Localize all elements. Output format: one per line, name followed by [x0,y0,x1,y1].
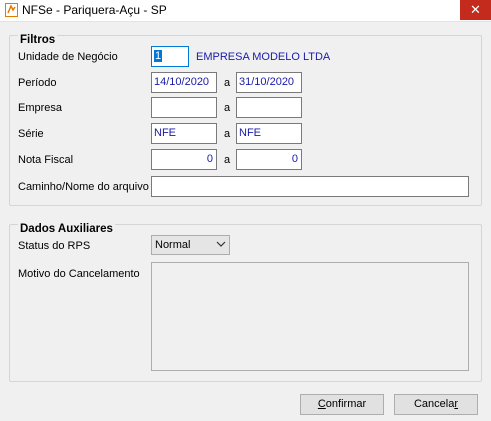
cancel-button[interactable]: Cancelar [394,394,478,415]
confirm-label: onfirmar [325,398,367,410]
periodo-separator: a [224,77,231,89]
unidade-code-input[interactable]: 1 [151,46,189,67]
periodo-label: Período [18,77,57,89]
unidade-code-value: 1 [154,50,163,62]
auxiliares-title: Dados Auxiliares [18,223,115,235]
periodo-from-input[interactable]: 14/10/2020 [151,72,217,93]
cancel-label: Cancela [413,398,455,410]
empresa-from-input[interactable] [151,97,217,118]
caminho-input[interactable] [151,176,469,197]
nota-fiscal-from-input[interactable]: 0 [151,149,217,170]
app-icon [5,3,18,17]
status-rps-value: Normal [155,239,191,251]
serie-to-input[interactable]: NFE [236,123,302,144]
filtros-title: Filtros [18,34,58,46]
serie-label: Série [18,128,44,140]
empresa-label: Empresa [18,102,63,114]
empresa-to-input[interactable] [236,97,302,118]
dialog-window: NFSe - Pariquera-Açu - SP ✕ Filtros Unid… [0,0,491,421]
empresa-separator: a [224,102,231,114]
nota-fiscal-separator: a [224,154,231,166]
status-rps-label: Status do RPS [18,240,91,252]
caminho-label: Caminho/Nome do arquivo [18,181,149,193]
close-icon: ✕ [470,2,481,17]
cancel-accel: r [454,398,459,410]
motivo-label: Motivo do Cancelamento [18,268,140,280]
status-rps-select[interactable]: Normal [151,235,230,255]
title-bar: NFSe - Pariquera-Açu - SP ✕ [0,0,491,22]
nota-fiscal-label: Nota Fiscal [18,154,74,166]
unidade-name: EMPRESA MODELO LTDA [196,51,331,63]
serie-separator: a [224,128,231,140]
nota-fiscal-to-input[interactable]: 0 [236,149,302,170]
chevron-down-icon [216,239,226,249]
window-title: NFSe - Pariquera-Açu - SP [22,3,167,17]
close-button[interactable]: ✕ [460,0,491,20]
unidade-label: Unidade de Negócio [18,51,118,63]
periodo-to-input[interactable]: 31/10/2020 [236,72,302,93]
serie-from-input[interactable]: NFE [151,123,217,144]
confirm-accel: C [317,398,326,410]
confirm-button[interactable]: Confirmar [300,394,384,415]
motivo-textarea[interactable] [151,262,469,371]
